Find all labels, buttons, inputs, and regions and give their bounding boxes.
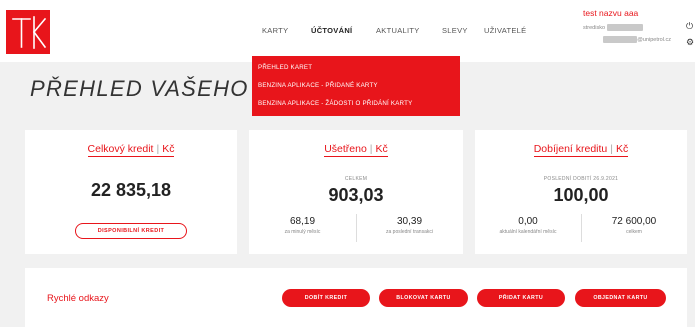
card-total-credit: Celkový kredit | Kč 22 835,18 DISPONIBILNÍ… <box>25 130 237 254</box>
quick-links-label: Rychlé odkazy <box>47 293 109 304</box>
card-topup: Dobíjení kreditu | Kč POSLEDNÍ DOBITÍ 26.9… <box>475 130 687 254</box>
card-title: Celkový kredit | Kč <box>87 143 175 157</box>
order-card-button[interactable]: OBJEDNAT KARTU <box>575 289 666 307</box>
nav-item-uctovani[interactable]: ÚČTOVÁNÍ <box>311 26 352 35</box>
nav-item-aktuality[interactable]: AKTUALITY <box>376 26 420 35</box>
user-detail-line: stredisko <box>583 24 643 31</box>
available-credit-button[interactable]: DISPONIBILNÍ KREDIT <box>75 223 187 239</box>
top-header: KARTY ÚČTOVÁNÍ AKTUALITY SLEVY UŽIVATELÉ… <box>0 0 695 62</box>
company-logo[interactable] <box>6 10 50 54</box>
nav-item-karty[interactable]: KARTY <box>262 26 288 35</box>
gear-icon[interactable]: ⚙ <box>686 34 695 50</box>
logo-mark-icon <box>12 16 47 49</box>
block-card-button[interactable]: BLOKOVAT KARTU <box>379 289 468 307</box>
topup-current-month: 0,00 aktuální kalendářní měsíc <box>499 216 557 235</box>
saved-last-month: 68,19 za minulý měsíc <box>284 216 321 235</box>
add-card-button[interactable]: PŘIDAT KARTU <box>477 289 565 307</box>
saved-caption: CELKEM <box>344 176 368 182</box>
user-name: test nazvu aaa <box>583 8 639 18</box>
topup-value: 100,00 <box>553 185 609 205</box>
menu-item-pridane-karty[interactable]: BENZINA APLIKACE - PŘIDANÉ KARTY <box>258 77 454 95</box>
topup-credit-button[interactable]: DOBÍT KREDIT <box>282 289 370 307</box>
redacted-block <box>603 36 638 43</box>
quick-links-panel: Rychlé odkazy DOBÍT KREDIT BLOKOVAT KART… <box>25 268 687 327</box>
power-icon[interactable]: ⏻ <box>686 18 695 34</box>
topup-total: 72 600,00 celkem <box>611 216 657 235</box>
menu-item-prehled-karet[interactable]: PŘEHLED KARET <box>258 59 454 77</box>
user-email-line: @unipetrol.cz <box>583 36 671 43</box>
card-title: Ušetřeno | Kč <box>324 143 388 157</box>
saved-value: 903,03 <box>328 185 384 205</box>
uctovani-dropdown-menu: PŘEHLED KARET BENZINA APLIKACE - PŘIDANÉ… <box>252 56 460 116</box>
saved-last-transaction: 30,39 za poslední transakci <box>386 216 433 235</box>
menu-item-zadosti-o-pridani[interactable]: BENZINA APLIKACE - ŽÁDOSTI O PŘIDÁNÍ KAR… <box>258 95 454 113</box>
redacted-block <box>606 24 643 31</box>
card-saved: Ušetřeno | Kč CELKEM 903,03 68,19 za minul… <box>249 130 463 254</box>
user-info[interactable]: test nazvu aaa stredisko @unipetrol.cz <box>583 8 683 48</box>
topup-caption: POSLEDNÍ DOBITÍ 26.9.2021 <box>543 176 619 182</box>
header-side-icons: ⏻ ⚙ <box>686 18 695 50</box>
credit-value: 22 835,18 <box>90 180 172 200</box>
nav-item-slevy[interactable]: SLEVY <box>442 26 468 35</box>
card-title: Dobíjení kreditu | Kč <box>533 143 629 157</box>
nav-item-uzivatele[interactable]: UŽIVATELÉ <box>484 26 526 35</box>
